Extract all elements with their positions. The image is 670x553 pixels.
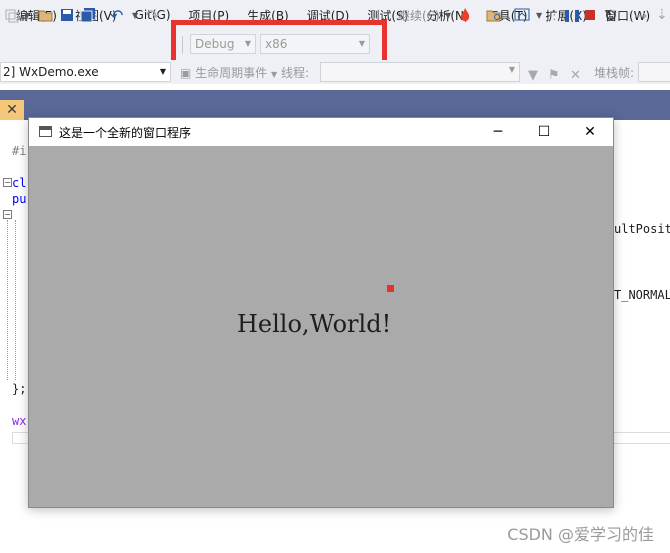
- fold-guide: [7, 220, 8, 380]
- pause-icon[interactable]: ❚❚: [562, 6, 582, 24]
- lifecycle-label: 生命周期事件: [195, 66, 268, 80]
- app-titlebar[interactable]: 这是一个全新的窗口程序 ─ ☐ ✕: [29, 118, 613, 146]
- hello-text: Hello,World!: [237, 310, 392, 338]
- stop-icon[interactable]: [584, 6, 596, 24]
- red-marker: [387, 285, 394, 292]
- watermark: CSDN @爱学习的佳: [507, 525, 654, 544]
- thread-select[interactable]: ▼: [320, 62, 520, 82]
- app-title: 这是一个全新的窗口程序: [59, 126, 192, 140]
- undo-dropdown-icon[interactable]: ▼: [132, 6, 138, 24]
- navigate-icon[interactable]: [4, 6, 20, 24]
- flag-thread-icon[interactable]: ⚑: [548, 66, 560, 84]
- step-into-icon[interactable]: ⇣: [656, 6, 668, 24]
- window-icon: [39, 126, 52, 137]
- minimize-button[interactable]: ─: [475, 118, 521, 146]
- maximize-button[interactable]: ☐: [521, 118, 567, 146]
- tab-close-button[interactable]: ✕: [0, 100, 24, 120]
- continue-label: 继续(C): [398, 8, 440, 23]
- chevron-down-icon: ▼: [508, 65, 515, 74]
- app-window[interactable]: 这是一个全新的窗口程序 ─ ☐ ✕ Hello,World!: [28, 117, 614, 508]
- fold-toggle-icon[interactable]: −: [3, 210, 12, 219]
- code-line-include: #i: [12, 144, 27, 158]
- lifecycle-events-button[interactable]: ▣ 生命周期事件 ▼ 线程:: [180, 64, 309, 81]
- open-folder-icon[interactable]: [38, 6, 54, 24]
- restart-icon[interactable]: ↻: [604, 6, 617, 25]
- live-tree-icon[interactable]: [514, 6, 530, 24]
- filter-icon[interactable]: ▼: [528, 66, 538, 84]
- app-client-area: Hello,World!: [29, 146, 613, 507]
- live-tree-dropdown-icon[interactable]: ▼: [536, 6, 542, 24]
- lifecycle-icon: ▣: [180, 66, 192, 80]
- code-fragment-normal: T_NORMAL: [614, 288, 670, 302]
- clear-flags-icon[interactable]: ✕: [570, 66, 581, 84]
- save-all-icon[interactable]: [80, 6, 96, 24]
- redo-icon[interactable]: ↷: [146, 6, 159, 25]
- dropdown-icon[interactable]: ▼: [24, 6, 30, 24]
- save-icon[interactable]: [60, 6, 74, 24]
- folder-search-icon[interactable]: [486, 6, 502, 24]
- show-next-statement-icon[interactable]: →: [634, 6, 647, 25]
- stack-frame-label: 堆栈帧:: [594, 66, 635, 80]
- hot-reload-icon[interactable]: [458, 6, 472, 24]
- process-select[interactable]: 2] WxDemo.exe ▼: [0, 62, 171, 82]
- thread-label: 线程:: [281, 66, 310, 80]
- close-button[interactable]: ✕: [567, 118, 613, 146]
- continue-dropdown-icon[interactable]: ▼: [445, 6, 451, 24]
- toolbar-gripper: ⋮: [548, 7, 561, 23]
- code-line-close-brace: };: [12, 382, 27, 396]
- process-value: 2] WxDemo.exe: [3, 65, 99, 79]
- code-line-class: cl: [12, 176, 27, 190]
- document-tab-strip: [0, 90, 670, 120]
- stack-frame-select[interactable]: [638, 62, 670, 82]
- chevron-down-icon: ▼: [159, 67, 166, 76]
- undo-icon[interactable]: ↶: [110, 6, 123, 25]
- code-line-wx: wx: [12, 414, 27, 428]
- code-line-public: pu: [12, 192, 27, 206]
- continue-button[interactable]: 继续(C): [398, 6, 440, 24]
- code-fragment-position: ultPosit: [614, 222, 670, 236]
- fold-guide: [15, 220, 16, 380]
- chevron-down-icon: ▼: [271, 70, 278, 79]
- fold-toggle-icon[interactable]: −: [3, 178, 12, 187]
